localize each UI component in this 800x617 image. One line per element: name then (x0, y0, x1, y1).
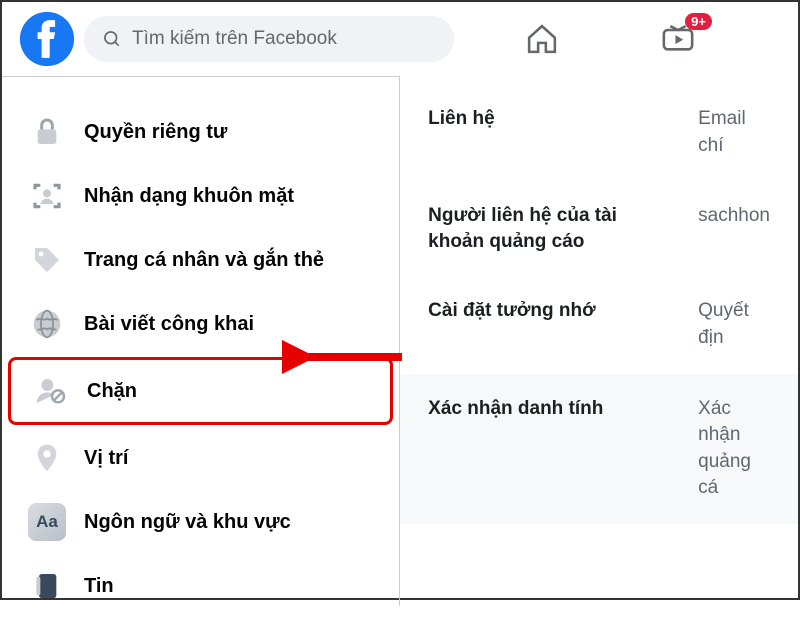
sidebar-item-profile-tagging[interactable]: Trang cá nhân và gắn thẻ (8, 229, 393, 291)
sidebar-item-public-posts[interactable]: Bài viết công khai (8, 293, 393, 355)
sidebar-item-privacy[interactable]: Quyền riêng tư (8, 101, 393, 163)
sidebar: Quyền riêng tư Nhận dạng khuôn mặt Trang… (2, 76, 400, 606)
face-recognition-icon (28, 177, 66, 215)
row-label: Cài đặt tưởng nhớ (428, 298, 668, 351)
lock-icon (28, 113, 66, 151)
home-icon[interactable] (524, 21, 560, 57)
row-value: sachhon (698, 203, 770, 254)
search-input[interactable] (132, 28, 436, 50)
search-box[interactable] (84, 16, 454, 62)
block-icon (31, 372, 69, 410)
content: Quyền riêng tư Nhận dạng khuôn mặt Trang… (2, 76, 798, 606)
location-icon (28, 439, 66, 477)
settings-row-identity[interactable]: Xác nhận danh tính Xác nhận quảng cá (400, 374, 798, 524)
globe-icon (28, 305, 66, 343)
sidebar-item-label: Trang cá nhân và gắn thẻ (84, 249, 324, 272)
settings-row-memorialization[interactable]: Cài đặt tưởng nhớ Quyết địn (400, 276, 798, 373)
row-value: Quyết địn (698, 298, 770, 351)
facebook-logo[interactable] (20, 12, 74, 66)
settings-row-ad-contact[interactable]: Người liên hệ của tài khoản quảng cáo sa… (400, 181, 798, 276)
sidebar-item-label: Ngôn ngữ và khu vực (84, 511, 291, 534)
row-label: Người liên hệ của tài khoản quảng cáo (428, 203, 668, 254)
settings-row-contact[interactable]: Liên hệ Email chí (400, 84, 798, 181)
search-icon (102, 29, 122, 49)
sidebar-item-location[interactable]: Vị trí (8, 427, 393, 489)
nav-icons: 9+ (524, 21, 696, 57)
main-panel: Liên hệ Email chí Người liên hệ của tài … (400, 76, 798, 606)
sidebar-item-stories[interactable]: Tin (8, 555, 393, 617)
stories-icon (28, 567, 66, 605)
sidebar-item-face-recognition[interactable]: Nhận dạng khuôn mặt (8, 165, 393, 227)
sidebar-item-label: Quyền riêng tư (84, 121, 227, 144)
sidebar-item-label: Vị trí (84, 447, 128, 470)
header: 9+ (2, 2, 798, 76)
sidebar-item-label: Nhận dạng khuôn mặt (84, 185, 294, 208)
watch-badge: 9+ (685, 13, 712, 30)
row-value: Xác nhận quảng cá (698, 396, 770, 502)
row-label: Xác nhận danh tính (428, 396, 668, 502)
sidebar-item-blocking[interactable]: Chặn (8, 357, 393, 425)
tag-icon (28, 241, 66, 279)
watch-icon[interactable]: 9+ (660, 21, 696, 57)
sidebar-item-label: Chặn (87, 380, 137, 403)
sidebar-item-language[interactable]: Aa Ngôn ngữ và khu vực (8, 491, 393, 553)
sidebar-item-label: Bài viết công khai (84, 313, 254, 336)
row-value: Email chí (698, 106, 770, 159)
row-label: Liên hệ (428, 106, 668, 159)
sidebar-item-label: Tin (84, 575, 114, 598)
language-icon: Aa (28, 503, 66, 541)
